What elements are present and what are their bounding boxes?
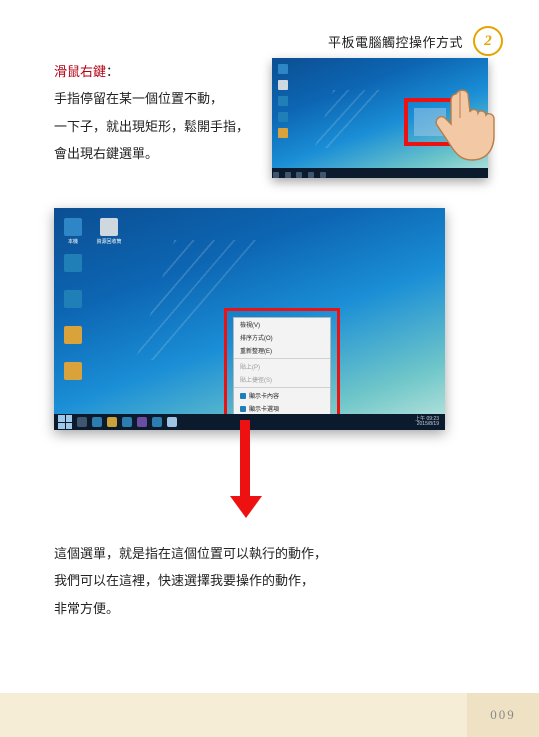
section1-line: 會出現右鍵選單。 (54, 146, 158, 161)
section2-text: 這個選單，就是指在這個位置可以執行的動作， 我們可以在這裡，快速選擇我要操作的動… (54, 540, 414, 622)
section2-line: 這個選單，就是指在這個位置可以執行的動作， (54, 546, 327, 561)
taskbar-icon[interactable] (77, 417, 87, 427)
menu-item-label: 顯示卡選項 (249, 404, 279, 413)
taskbar-icon[interactable] (167, 417, 177, 427)
chapter-number-badge: 2 (473, 26, 503, 56)
header-title: 平板電腦觸控操作方式 (328, 32, 463, 51)
highlight-box (404, 98, 456, 146)
desktop-icon (278, 64, 288, 74)
page-header: 平板電腦觸控操作方式 2 (328, 26, 503, 56)
taskbar-icon (285, 172, 291, 178)
screenshot-touch-hold (272, 58, 488, 178)
taskbar-icon (273, 172, 279, 178)
desktop-icon (64, 362, 82, 380)
menu-item[interactable]: 重新整理(E) (234, 344, 330, 357)
section1-line: 手指停留在某一個位置不動， (54, 91, 223, 106)
desktop-icon (278, 112, 288, 122)
taskbar-icon (308, 172, 314, 178)
taskbar-icon[interactable] (122, 417, 132, 427)
taskbar-icon[interactable] (92, 417, 102, 427)
menu-divider (234, 358, 330, 359)
menu-item[interactable]: 顯示卡內容 (234, 389, 330, 402)
monitor-icon (240, 406, 246, 412)
menu-item[interactable]: 排序方式(O) (234, 331, 330, 344)
monitor-icon (240, 393, 246, 399)
page-footer: 009 (0, 693, 539, 737)
menu-item-label: 貼上捷徑(S) (240, 375, 272, 384)
menu-item-label: 排序方式(O) (240, 333, 273, 342)
section1-text: 滑鼠右鍵： 手指停留在某一個位置不動， 一下子，就出現矩形，鬆開手指， 會出現右… (54, 58, 264, 167)
desktop-icon (64, 254, 82, 272)
section1-heading-suffix: ： (106, 64, 119, 79)
menu-item-label: 顯示卡內容 (249, 391, 279, 400)
desktop-icon (64, 290, 82, 308)
section2-line: 我們可以在這裡，快速選擇我要操作的動作， (54, 573, 314, 588)
desktop-icon (64, 218, 82, 236)
menu-divider (234, 387, 330, 388)
desktop-icon (100, 218, 118, 236)
taskbar-icon[interactable] (107, 417, 117, 427)
start-button-icon[interactable] (58, 415, 72, 429)
taskbar-icon (296, 172, 302, 178)
taskbar-clock: 上午 09:23 2015/8/19 (415, 417, 439, 428)
footer-spacer (0, 693, 467, 737)
highlight-box: 檢視(V) 排序方式(O) 重新整理(E) 貼上(P) 貼上捷徑(S) 顯示卡內… (224, 308, 340, 430)
taskbar-icon (320, 172, 326, 178)
section1-line: 一下子，就出現矩形，鬆開手指， (54, 119, 249, 134)
menu-item: 貼上(P) (234, 360, 330, 373)
page: { "header": { "title": "平板電腦觸控操作方式", "ch… (0, 0, 539, 737)
menu-item-label: 重新整理(E) (240, 346, 272, 355)
menu-item: 貼上捷徑(S) (234, 373, 330, 386)
menu-item-label: 檢視(V) (240, 320, 260, 329)
screenshot-context-menu: 檢視(V) 排序方式(O) 重新整理(E) 貼上(P) 貼上捷徑(S) 顯示卡內… (54, 208, 445, 430)
callout-arrow (230, 420, 260, 520)
taskbar-icon[interactable] (137, 417, 147, 427)
page-number: 009 (467, 693, 539, 737)
desktop-icon (278, 80, 288, 90)
section1-heading: 滑鼠右鍵 (54, 64, 106, 79)
menu-item-label: 貼上(P) (240, 362, 260, 371)
desktop-icon (64, 326, 82, 344)
taskbar (272, 168, 488, 178)
section2-line: 非常方便。 (54, 601, 119, 616)
desktop-icon (278, 96, 288, 106)
desktop-icon (278, 128, 288, 138)
taskbar-icon[interactable] (152, 417, 162, 427)
touch-rectangle (414, 108, 446, 136)
menu-item[interactable]: 檢視(V) (234, 318, 330, 331)
